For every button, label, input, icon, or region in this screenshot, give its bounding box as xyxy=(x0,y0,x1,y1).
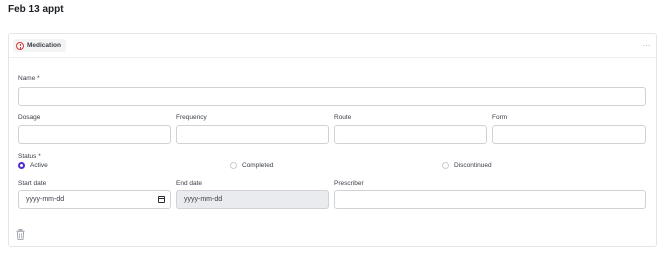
medication-badge: Medication xyxy=(13,39,66,52)
badge-label: Medication xyxy=(27,42,61,49)
calendar-icon[interactable] xyxy=(158,196,165,203)
frequency-label: Frequency xyxy=(176,114,207,121)
card-header: Medication … xyxy=(9,34,656,58)
radio-dot[interactable] xyxy=(442,162,449,169)
name-input[interactable] xyxy=(18,87,646,106)
status-radio-completed[interactable]: Completed xyxy=(230,162,273,169)
trash-icon[interactable] xyxy=(16,229,25,240)
start-date-label: Start date xyxy=(18,180,47,187)
radio-label: Discontinued xyxy=(454,162,492,169)
page-title: Feb 13 appt xyxy=(8,4,64,15)
status-radio-discontinued[interactable]: Discontinued xyxy=(442,162,492,169)
route-label: Route xyxy=(334,114,352,121)
start-date-input[interactable]: yyyy-mm-dd xyxy=(18,190,171,209)
radio-dot[interactable] xyxy=(18,162,25,169)
dosage-label: Dosage xyxy=(18,114,41,121)
end-date-input: yyyy-mm-dd xyxy=(176,190,329,209)
status-label: Status * xyxy=(18,153,41,160)
form-label: Form xyxy=(492,114,508,121)
end-date-label: End date xyxy=(176,180,203,187)
dosage-input[interactable] xyxy=(18,125,171,144)
end-date-placeholder: yyyy-mm-dd xyxy=(184,196,223,203)
radio-label: Completed xyxy=(242,162,274,169)
medication-card: Medication … Name * Dosage Frequency Rou… xyxy=(8,33,657,247)
status-radio-active[interactable]: Active xyxy=(18,162,48,169)
name-label: Name * xyxy=(18,75,40,82)
radio-dot[interactable] xyxy=(230,162,237,169)
radio-label: Active xyxy=(30,162,48,169)
more-options-icon[interactable]: … xyxy=(643,40,651,48)
route-input[interactable] xyxy=(334,125,487,144)
prescriber-input[interactable] xyxy=(334,190,646,209)
alert-circle-icon xyxy=(16,41,24,50)
form-input[interactable] xyxy=(492,125,646,144)
frequency-input[interactable] xyxy=(176,125,329,144)
start-date-placeholder: yyyy-mm-dd xyxy=(26,196,65,203)
prescriber-label: Prescriber xyxy=(334,180,364,187)
